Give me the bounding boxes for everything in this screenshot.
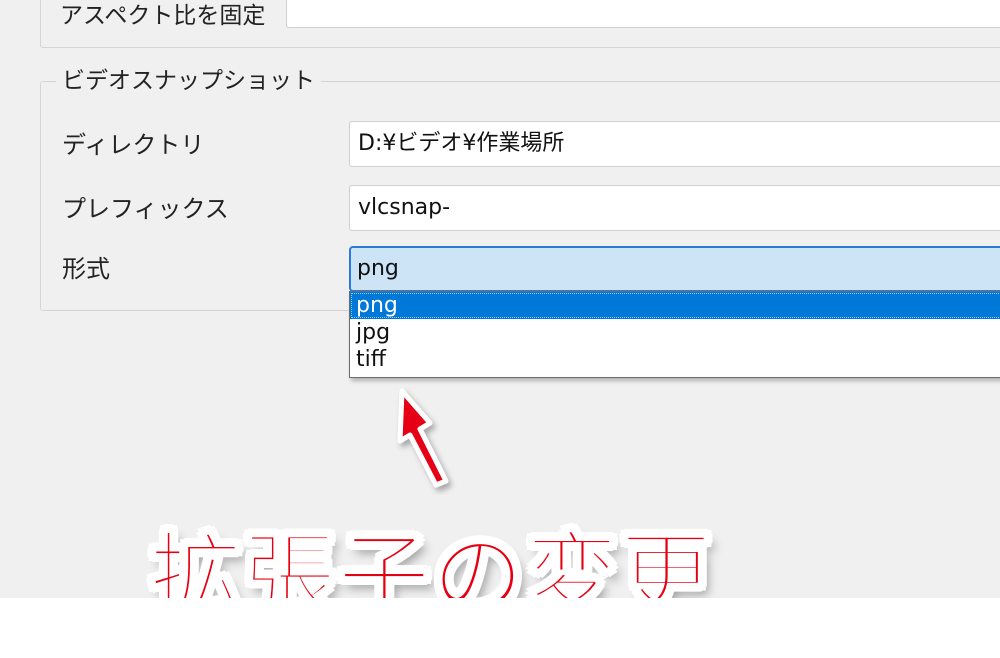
format-select[interactable]: png [349, 246, 1000, 292]
preferences-panel: アスペクト比を固定 ビデオスナップショット ディレクトリ D:¥ビデオ¥作業場所… [0, 0, 1000, 598]
format-option-png[interactable]: png [350, 292, 1000, 319]
format-label: 形式 [62, 255, 110, 283]
aspect-ratio-label: アスペクト比を固定 [60, 3, 266, 29]
format-option-jpg[interactable]: jpg [350, 319, 1000, 346]
format-dropdown-list: png jpg tiff [349, 291, 1000, 378]
prefix-label: プレフィックス [62, 195, 229, 223]
format-option-tiff[interactable]: tiff [350, 346, 1000, 373]
snapshot-group-title: ビデオスナップショット [56, 66, 321, 96]
annotation-arrow-icon [397, 388, 449, 488]
prefix-input[interactable]: vlcsnap- [349, 185, 1000, 231]
annotation-caption: 拡張子の変更 [149, 522, 715, 598]
aspect-ratio-field[interactable] [286, 0, 1000, 28]
directory-input[interactable]: D:¥ビデオ¥作業場所 [349, 121, 1000, 167]
directory-label: ディレクトリ [62, 131, 205, 159]
